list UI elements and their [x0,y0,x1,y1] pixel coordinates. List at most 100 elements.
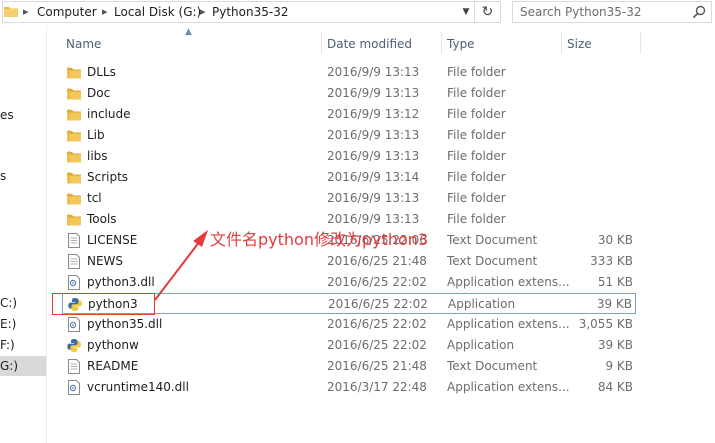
file-size: 3,055 KB [578,317,633,331]
column-divider[interactable] [640,32,641,54]
file-name: python35.dll [87,317,163,331]
file-name: Lib [87,128,105,142]
breadcrumb-python35-32[interactable]: Python35-32 [212,5,288,19]
folder-icon [67,191,81,206]
file-size: 39 KB [597,338,633,352]
text-document-icon [67,359,81,374]
file-date-modified: 2016/6/25 22:02 [327,317,427,331]
nav-item-drive-c[interactable]: C:) [0,296,17,310]
refresh-icon: ↻ [481,4,494,20]
chevron-down-icon[interactable]: ▼ [459,5,473,19]
nav-item-drive-f[interactable]: F:) [0,338,15,352]
file-type: File folder [447,107,506,121]
column-header-name[interactable]: Name [66,37,101,57]
folder-icon [67,170,81,185]
file-type: File folder [447,65,506,79]
folder-icon [4,7,18,17]
file-row-lib[interactable]: Lib 2016/9/9 13:13 File folder [62,125,636,146]
file-name: LICENSE [87,233,138,247]
refresh-button[interactable]: ↻ [475,1,501,23]
breadcrumb-separator: ▸ [200,5,206,18]
file-date-modified: 2016/9/9 13:13 [327,128,420,142]
file-date-modified: 2016/6/25 21:48 [327,359,427,373]
column-header-size[interactable]: Size [567,37,592,57]
file-row-python3-dll[interactable]: python3.dll 2016/6/25 22:02 Application ex… [62,272,636,293]
breadcrumb-separator: ▸ [102,5,108,18]
file-name: Doc [87,86,111,100]
file-name: NEWS [87,254,124,268]
folder-icon [67,128,81,143]
annotation-highlight-box [52,293,155,315]
address-bar[interactable]: ▸ Computer ▸ Local Disk (G:) ▸ Python35-… [2,1,475,23]
column-divider[interactable] [561,32,562,54]
search-input[interactable]: Search Python35-32 [520,5,642,19]
folder-icon [67,86,81,101]
file-date-modified: 2016/3/17 22:48 [327,380,427,394]
file-row-dlls[interactable]: DLLs 2016/9/9 13:13 File folder [62,62,636,83]
file-date-modified: 2016/6/25 22:02 [327,275,427,289]
file-name: README [87,359,139,373]
column-divider[interactable] [441,32,442,54]
column-header-type[interactable]: Type [447,37,475,57]
file-row-python35-dll[interactable]: python35.dll 2016/6/25 22:02 Application e… [62,314,636,335]
navigation-pane[interactable]: es s C:) E:) F:) G:) [0,26,47,443]
folder-icon [67,149,81,164]
folder-icon [67,107,81,122]
file-date-modified: 2016/9/9 13:13 [327,65,420,79]
file-size: 9 KB [605,359,633,373]
file-type: Application extens... [447,317,569,331]
file-type: File folder [447,170,506,184]
column-divider[interactable] [321,32,322,54]
search-icon[interactable] [692,5,706,19]
file-name: pythonw [87,338,139,352]
breadcrumb-computer[interactable]: Computer [37,5,97,19]
dll-icon [67,275,81,290]
file-row-include[interactable]: include 2016/9/9 13:12 File folder [62,104,636,125]
text-document-icon [67,254,81,269]
file-type: Text Document [447,254,538,268]
file-size: 84 KB [597,380,633,394]
file-name: DLLs [87,65,116,79]
file-row-pythonw[interactable]: pythonw 2016/6/25 22:02 Application 39 KB [62,335,636,356]
file-row-scripts[interactable]: Scripts 2016/9/9 13:14 File folder [62,167,636,188]
file-date-modified: 2016/6/25 21:48 [327,254,427,268]
file-row-news[interactable]: NEWS 2016/6/25 21:48 Text Document 333 KB [62,251,636,272]
folder-icon [67,212,81,227]
search-box[interactable]: Search Python35-32 [512,1,712,23]
file-row-readme[interactable]: README 2016/6/25 21:48 Text Document 9 KB [62,356,636,377]
column-header-date-modified[interactable]: Date modified [327,37,412,57]
dll-icon [67,317,81,332]
sort-arrow-icon: ▲ [185,27,192,37]
file-row-vcruntime140-dll[interactable]: vcruntime140.dll 2016/3/17 22:48 Applicati… [62,377,636,398]
file-name: tcl [87,191,102,205]
file-row-libs[interactable]: libs 2016/9/9 13:13 File folder [62,146,636,167]
breadcrumb-local-disk-g[interactable]: Local Disk (G:) [114,5,201,19]
file-date-modified: 2016/9/9 13:13 [327,191,420,205]
file-name: Tools [87,212,117,226]
breadcrumb-separator: ▸ [23,5,29,18]
address-bar-region: ▸ Computer ▸ Local Disk (G:) ▸ Python35-… [0,0,715,26]
file-name: include [87,107,131,121]
file-name: python3.dll [87,275,155,289]
dll-icon [67,380,81,395]
nav-item-drive-g[interactable]: G:) [0,359,18,373]
file-type: File folder [447,212,506,226]
folder-icon [67,65,81,80]
python-icon [67,338,81,353]
file-type: Text Document [447,233,538,247]
file-row-tcl[interactable]: tcl 2016/9/9 13:13 File folder [62,188,636,209]
file-date-modified: 2016/9/9 13:14 [327,170,420,184]
file-date-modified: 2016/6/25 22:02 [327,338,427,352]
file-name: vcruntime140.dll [87,380,189,394]
nav-item-libraries[interactable]: s [0,169,6,183]
file-row-doc[interactable]: Doc 2016/9/9 13:13 File folder [62,83,636,104]
file-type: Text Document [447,359,538,373]
nav-item-drive-e[interactable]: E:) [0,317,16,331]
file-name: libs [87,149,108,163]
text-document-icon [67,233,81,248]
nav-item-favorites[interactable]: es [0,108,14,122]
file-date-modified: 2016/9/9 13:12 [327,107,420,121]
file-name: Scripts [87,170,129,184]
file-type: File folder [447,128,506,142]
file-date-modified: 2016/6/25 22:02 [328,297,428,311]
